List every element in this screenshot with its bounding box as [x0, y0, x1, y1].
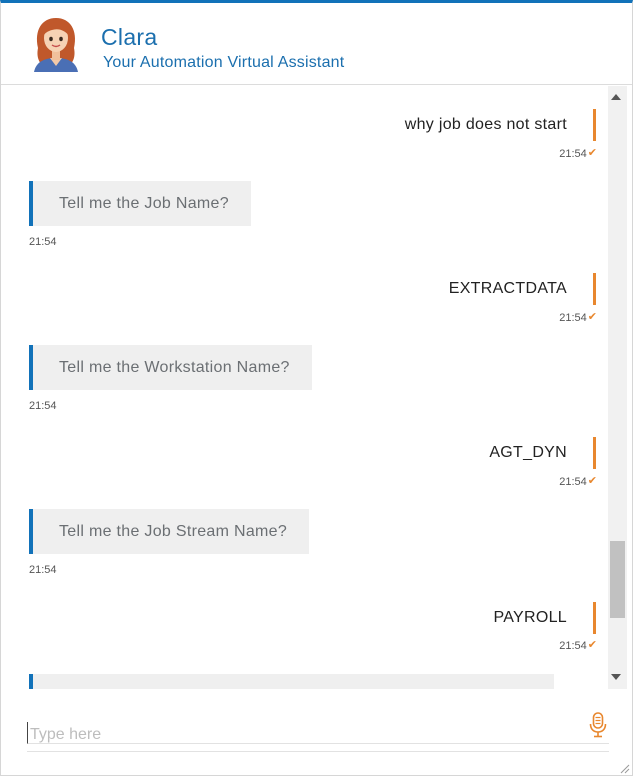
microphone-icon[interactable] [587, 711, 609, 739]
message-input[interactable] [27, 722, 609, 744]
chat-window: Clara Your Automation Virtual Assistant … [0, 0, 633, 776]
input-underline [27, 751, 609, 752]
scrollbar-thumb[interactable] [610, 541, 625, 618]
female-assistant-avatar-icon [34, 18, 78, 72]
double-check-icon: ✔ [587, 474, 597, 487]
double-check-icon: ✔ [587, 638, 597, 651]
user-message: AGT_DYN [489, 437, 596, 469]
message-timestamp: 21:54 [29, 564, 57, 576]
message-composer [1, 689, 632, 775]
bot-name: Clara [101, 24, 158, 50]
message-timestamp: 21:54 [29, 236, 57, 248]
message-time: 21:54 ✔ [559, 638, 597, 652]
bot-message: Tell me the Workstation Name? [29, 345, 312, 390]
message-timestamp: 21:54 [559, 148, 587, 160]
message-timestamp: 21:54 [29, 400, 57, 412]
message-time: 21:54 ✔ [559, 146, 597, 160]
chat-header: Clara Your Automation Virtual Assistant [1, 3, 632, 85]
message-list: why job does not start 21:54 ✔ Tell me th… [1, 86, 632, 689]
double-check-icon: ✔ [587, 310, 597, 323]
resize-grip-icon[interactable] [620, 764, 630, 774]
user-message: why job does not start [405, 109, 596, 141]
message-time: 21:54 ✔ [559, 310, 597, 324]
bot-message: Tell me the Job Name? [29, 181, 251, 226]
bot-message: Tell me the Job Stream Name? [29, 509, 310, 554]
user-message: PAYROLL [493, 602, 596, 634]
user-message: EXTRACTDATA [449, 273, 596, 305]
scroll-up-arrow-icon[interactable] [611, 94, 621, 100]
message-timestamp: 21:54 [559, 312, 587, 324]
message-timestamp: 21:54 [559, 476, 587, 488]
bot-message-partial [29, 674, 554, 689]
double-check-icon: ✔ [587, 146, 597, 159]
scroll-down-arrow-icon[interactable] [611, 674, 621, 680]
message-timestamp: 21:54 [559, 640, 587, 652]
message-list-scrollbar[interactable] [608, 86, 627, 689]
message-time: 21:54 ✔ [559, 474, 597, 488]
bot-subtitle: Your Automation Virtual Assistant [103, 54, 345, 71]
